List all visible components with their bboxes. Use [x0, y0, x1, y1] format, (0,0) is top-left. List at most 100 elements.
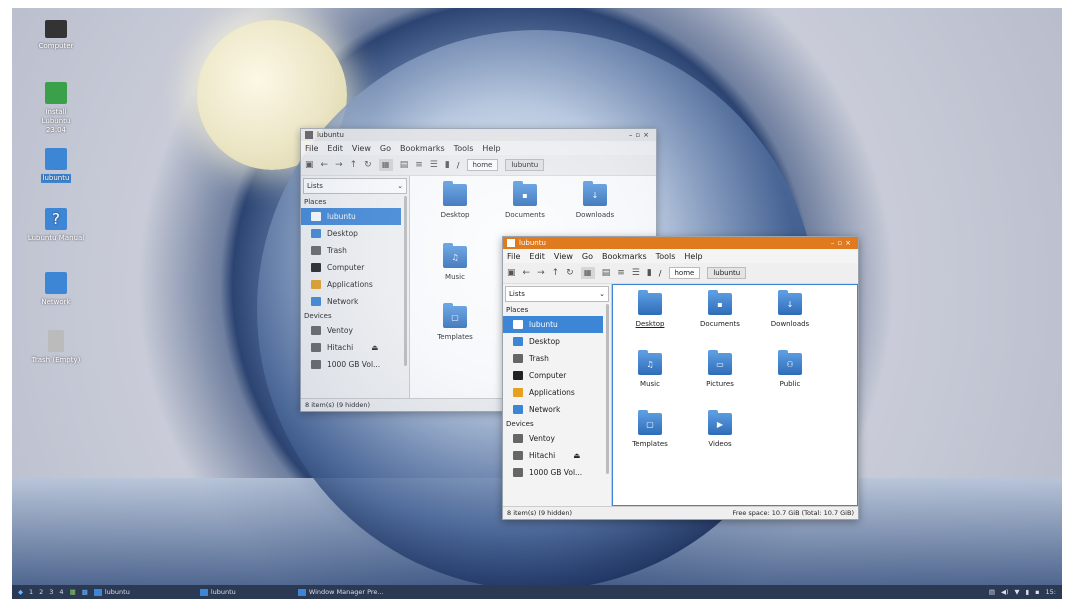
sidebar-item-ventoy[interactable]: Ventoy [301, 322, 409, 339]
folder-desktop[interactable]: Desktop [615, 290, 685, 328]
folder-templates[interactable]: ▢ Templates [420, 303, 490, 341]
path-lubuntu[interactable]: lubuntu [505, 159, 545, 171]
workspace-4[interactable]: 4 [59, 588, 63, 596]
folder-documents[interactable]: ▪ Documents [685, 290, 755, 328]
folder-documents[interactable]: ▪ Documents [490, 181, 560, 219]
forward-icon[interactable]: → [537, 268, 545, 278]
icon-view-icon[interactable]: ▦ [580, 267, 595, 279]
menu-file[interactable]: File [507, 252, 520, 261]
back-icon[interactable]: ← [523, 268, 531, 278]
path-home[interactable]: home [668, 267, 701, 279]
path-lubuntu[interactable]: lubuntu [707, 267, 747, 279]
sidebar-item-trash[interactable]: Trash [301, 242, 409, 259]
volume-icon[interactable]: ◀) [1001, 588, 1009, 596]
sidebar-mode-dropdown[interactable]: Lists ⌄ [303, 178, 407, 194]
sidebar-scrollbar[interactable] [404, 196, 407, 366]
menu-view[interactable]: View [352, 144, 371, 153]
title-bar[interactable]: lubuntu –▫× [301, 129, 656, 141]
quicklaunch-files-icon[interactable]: ▩ [82, 588, 88, 596]
notification-icon[interactable]: ▪ [1035, 588, 1039, 596]
desktop-icon-manual[interactable]: ? Lubuntu Manual [16, 208, 96, 243]
forward-icon[interactable]: → [335, 160, 343, 170]
folder-templates[interactable]: ▢ Templates [615, 410, 685, 448]
desktop-icon-network[interactable]: Network [16, 272, 96, 307]
folder-music[interactable]: ♫ Music [615, 350, 685, 388]
sidebar-item-applications[interactable]: Applications [503, 384, 611, 401]
task-lubuntu-1[interactable]: lubuntu [93, 588, 130, 596]
window-controls[interactable]: –▫× [831, 239, 854, 247]
workspace-2[interactable]: 2 [39, 588, 43, 596]
sidebar-item-hitachi[interactable]: Hitachi ⏏ [301, 339, 409, 356]
workspace-1[interactable]: 1 [29, 588, 33, 596]
network-tray-icon[interactable]: ▼ [1015, 588, 1020, 596]
menu-help[interactable]: Help [482, 144, 500, 153]
back-icon[interactable]: ← [321, 160, 329, 170]
folder-pictures[interactable]: ▭ Pictures [685, 350, 755, 388]
task-lubuntu-2[interactable]: lubuntu [199, 588, 236, 596]
sidebar-item-computer[interactable]: Computer [301, 259, 409, 276]
menu-edit[interactable]: Edit [327, 144, 343, 153]
sidebar-item-computer[interactable]: Computer [503, 367, 611, 384]
new-tab-icon[interactable]: ▣ [507, 268, 516, 278]
sidebar-item-desktop[interactable]: Desktop [503, 333, 611, 350]
sidebar-mode-dropdown[interactable]: Lists ⌄ [505, 286, 609, 302]
sidebar-item-network[interactable]: Network [503, 401, 611, 418]
menu-go[interactable]: Go [380, 144, 391, 153]
folder-downloads[interactable]: ↓ Downloads [560, 181, 630, 219]
folder-music[interactable]: ♫ Music [420, 243, 490, 281]
start-menu-icon[interactable]: ◆ [18, 588, 23, 596]
keyboard-icon[interactable]: ▤ [989, 588, 995, 596]
compact-view-icon[interactable]: ≡ [617, 268, 625, 278]
workspace-3[interactable]: 3 [49, 588, 53, 596]
desktop-icon-home[interactable]: lubuntu [16, 148, 96, 183]
up-icon[interactable]: ↑ [350, 160, 358, 170]
sidebar-item-volume[interactable]: 1000 GB Vol... [301, 356, 409, 373]
task-window-manager[interactable]: Window Manager Pre... [297, 588, 384, 596]
menu-file[interactable]: File [305, 144, 318, 153]
path-root[interactable]: / [659, 269, 662, 278]
new-tab-icon[interactable]: ▣ [305, 160, 314, 170]
sidebar-item-ventoy[interactable]: Ventoy [503, 430, 611, 447]
up-icon[interactable]: ↑ [552, 268, 560, 278]
folder-downloads[interactable]: ↓ Downloads [755, 290, 825, 328]
desktop-icon-install[interactable]: Install Lubuntu 23.04 [16, 82, 96, 135]
desktop-icon-computer[interactable]: Computer [16, 20, 96, 51]
menu-edit[interactable]: Edit [529, 252, 545, 261]
desktop-icon-trash[interactable]: Trash (Empty) [16, 330, 96, 365]
menu-tools[interactable]: Tools [454, 144, 474, 153]
path-home[interactable]: home [466, 159, 499, 171]
compact-view-icon[interactable]: ≡ [415, 160, 423, 170]
icon-view-icon[interactable]: ▦ [378, 159, 393, 171]
sidebar-item-hitachi[interactable]: Hitachi ⏏ [503, 447, 611, 464]
reload-icon[interactable]: ↻ [364, 160, 372, 170]
menu-bookmarks[interactable]: Bookmarks [400, 144, 445, 153]
menu-go[interactable]: Go [582, 252, 593, 261]
thumbnail-view-icon[interactable]: ▤ [400, 160, 409, 170]
sidebar-item-volume[interactable]: 1000 GB Vol... [503, 464, 611, 481]
file-manager-window-front[interactable]: lubuntu –▫× File Edit View Go Bookmarks … [502, 236, 859, 520]
menu-view[interactable]: View [554, 252, 573, 261]
folder-desktop[interactable]: Desktop [420, 181, 490, 219]
menu-tools[interactable]: Tools [656, 252, 676, 261]
detail-view-icon[interactable]: ☰ [430, 160, 438, 170]
title-bar[interactable]: lubuntu –▫× [503, 237, 858, 249]
detail-view-icon[interactable]: ☰ [632, 268, 640, 278]
sidebar-scrollbar[interactable] [606, 304, 609, 474]
clock[interactable]: 15: [1046, 588, 1056, 596]
sidebar-item-lubuntu[interactable]: lubuntu [301, 208, 401, 225]
folder-videos[interactable]: ▶ Videos [685, 410, 755, 448]
reload-icon[interactable]: ↻ [566, 268, 574, 278]
eject-icon[interactable]: ⏏ [371, 343, 378, 352]
sidebar-item-trash[interactable]: Trash [503, 350, 611, 367]
thumbnail-view-icon[interactable]: ▤ [602, 268, 611, 278]
menu-bookmarks[interactable]: Bookmarks [602, 252, 647, 261]
quicklaunch-icon[interactable]: ▦ [70, 588, 76, 596]
battery-icon[interactable]: ▮ [1026, 588, 1030, 596]
path-root[interactable]: / [457, 161, 460, 170]
eject-icon[interactable]: ⏏ [573, 451, 580, 460]
sidebar-item-network[interactable]: Network [301, 293, 409, 310]
window-controls[interactable]: –▫× [629, 131, 652, 139]
sidebar-item-applications[interactable]: Applications [301, 276, 409, 293]
sidebar-item-lubuntu[interactable]: lubuntu [503, 316, 603, 333]
sidebar-item-desktop[interactable]: Desktop [301, 225, 409, 242]
